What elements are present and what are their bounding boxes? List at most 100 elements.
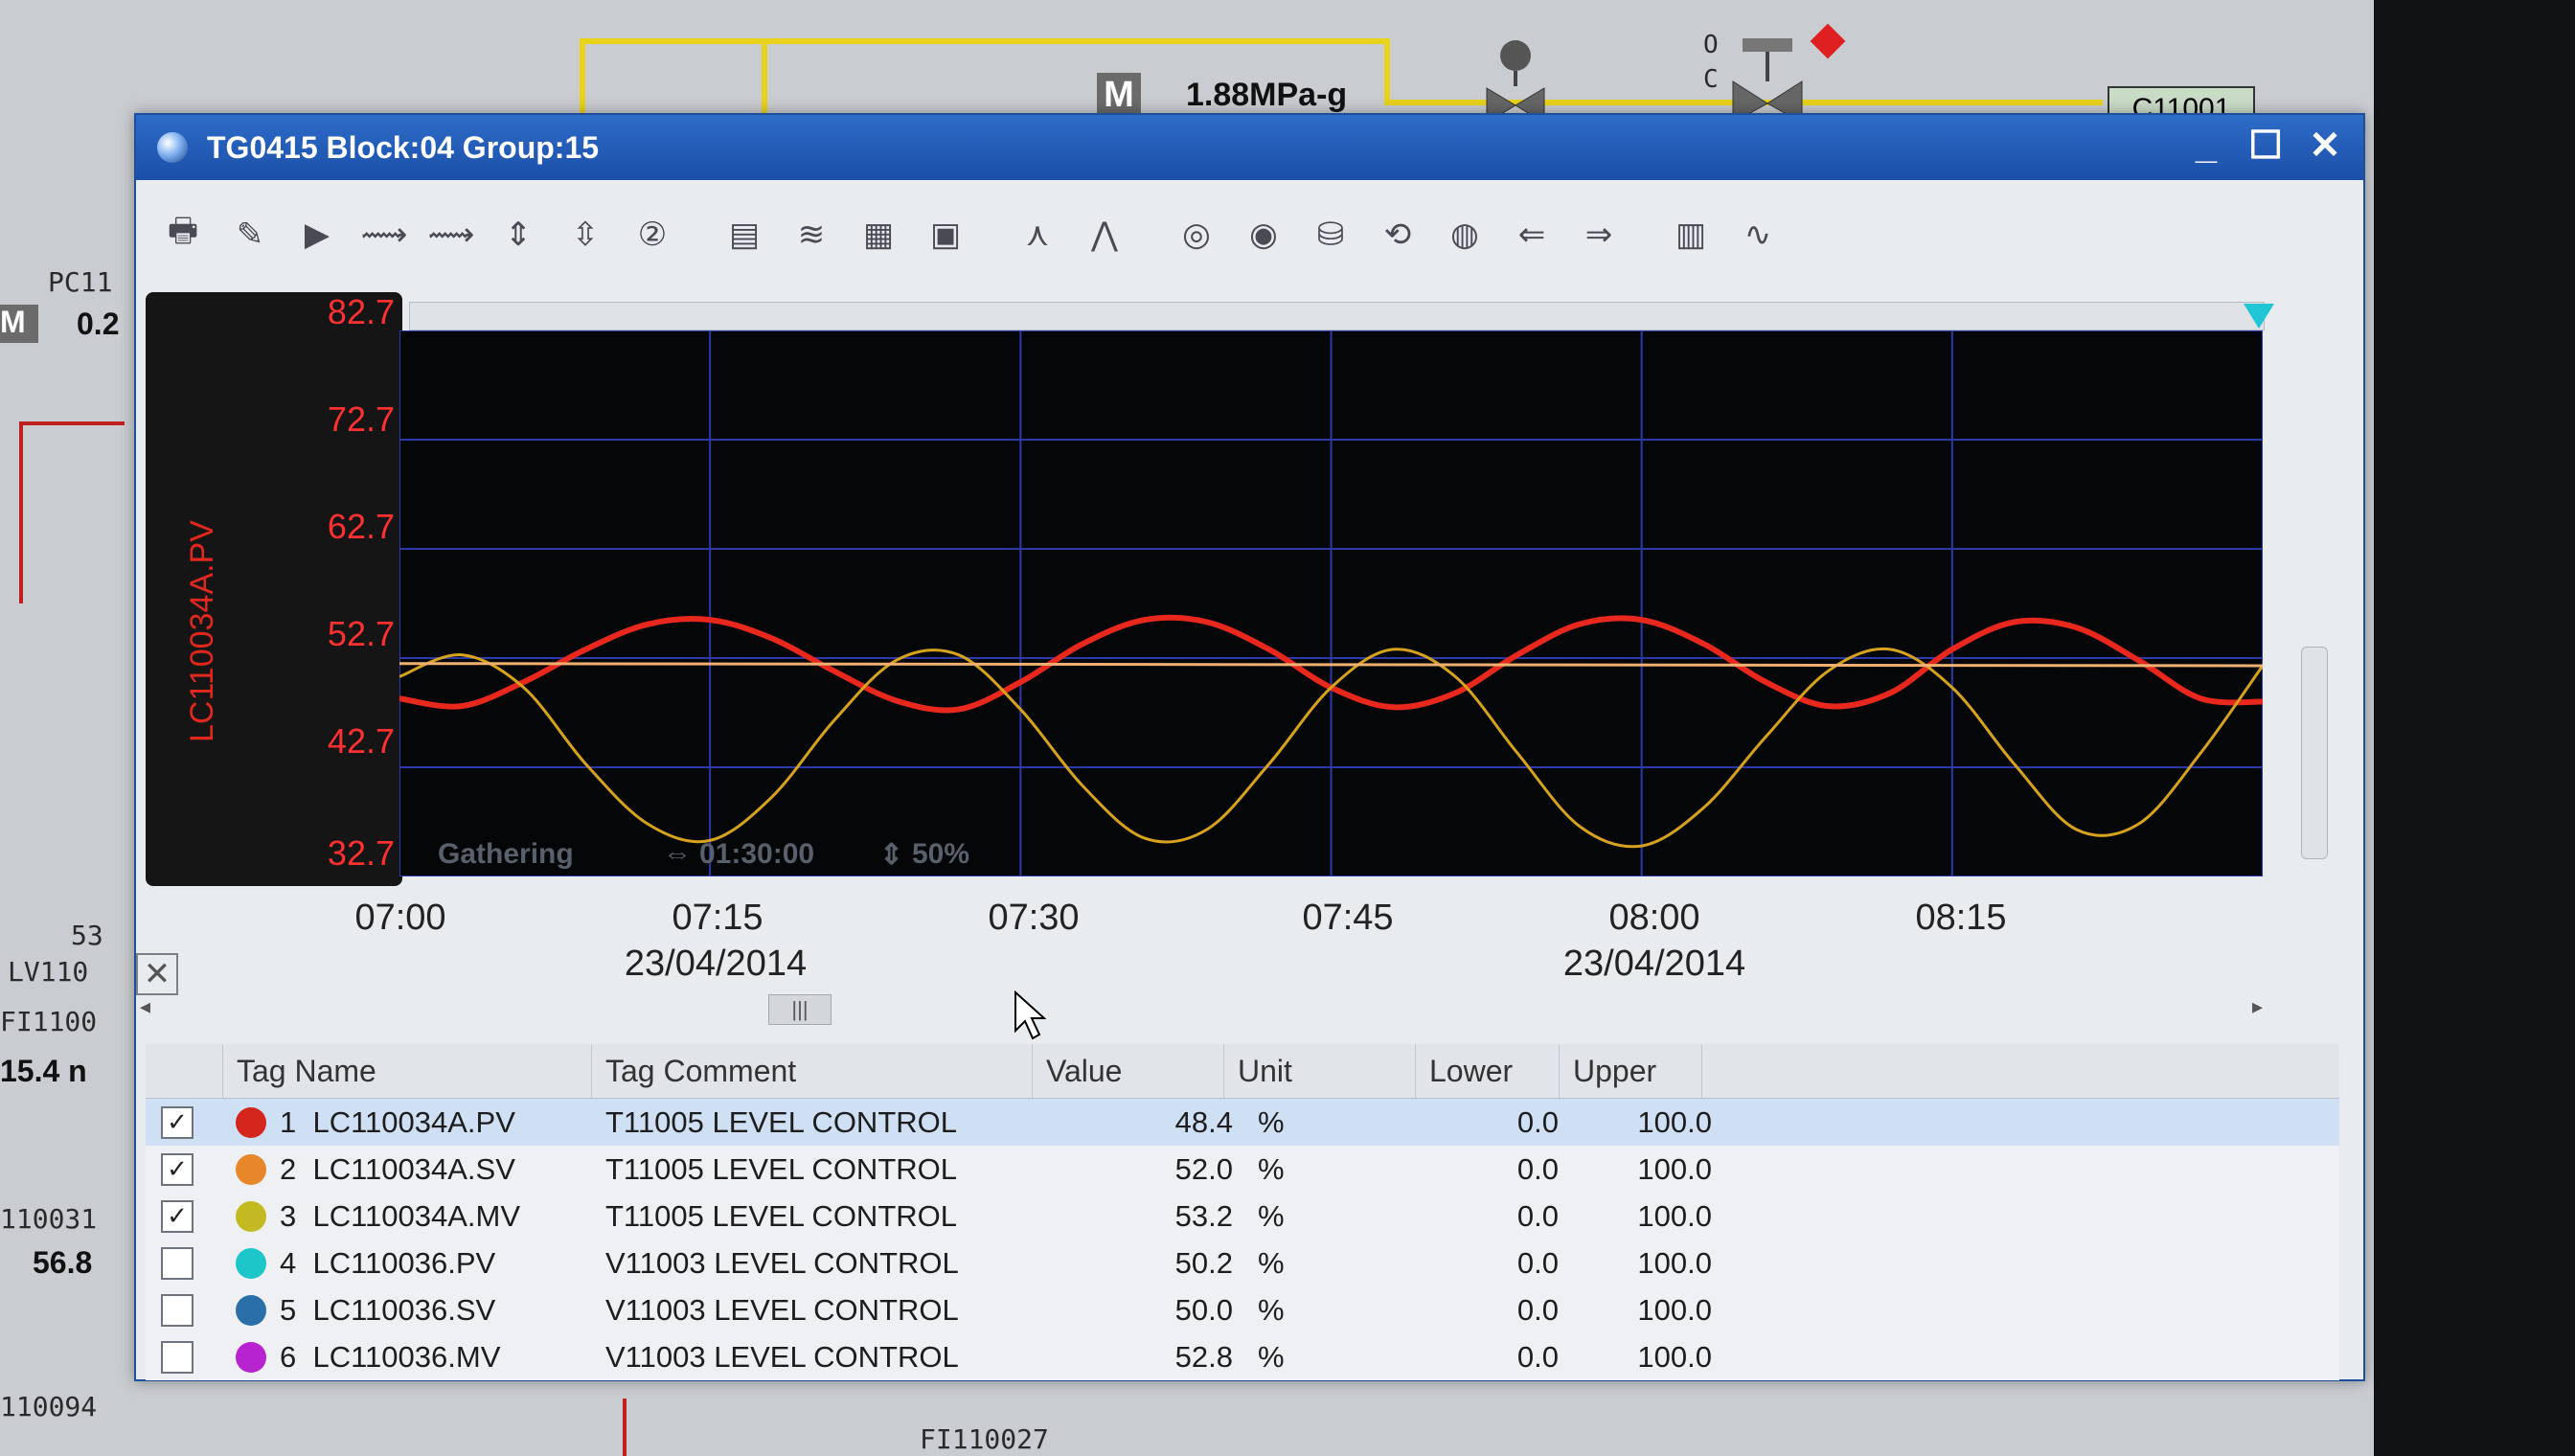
bg-value: 15.4 n bbox=[0, 1054, 87, 1088]
monitor-icon[interactable]: ▣ bbox=[918, 206, 973, 263]
scroll-left-icon[interactable]: ◂ bbox=[140, 994, 150, 1019]
maximize-button[interactable]: ☐ bbox=[2245, 123, 2287, 169]
row-number: 6 bbox=[280, 1339, 297, 1374]
row-checkbox[interactable] bbox=[161, 1340, 194, 1374]
transfer-right-icon[interactable]: ⇒ bbox=[1571, 206, 1627, 263]
tag-comment: V11003 LEVEL CONTROL bbox=[605, 1292, 959, 1327]
tag-upper: 100.0 bbox=[1637, 1104, 1712, 1139]
trend-2-icon[interactable]: ② bbox=[625, 206, 680, 263]
red-line bbox=[19, 421, 125, 425]
row-checkbox[interactable]: ✓ bbox=[161, 1105, 194, 1139]
x-tick-label: 07:45 bbox=[1302, 898, 1394, 938]
tag-unit: % bbox=[1258, 1245, 1285, 1280]
table-row[interactable]: ✓ 3 LC110034A.MV T11005 LEVEL CONTROL 53… bbox=[146, 1193, 2339, 1240]
series-color-dot bbox=[236, 1153, 266, 1185]
table-row[interactable]: 4 LC110036.PV V11003 LEVEL CONTROL 50.2 … bbox=[146, 1240, 2339, 1286]
trend-window: TG0415 Block:04 Group:15 _ ☐ ✕ 🖶 ✎ ▶ ⟿ ⟿ ⇕ ⇳ ② ▤… bbox=[134, 113, 2365, 1381]
process-pipe bbox=[762, 38, 767, 115]
shrink-y-icon[interactable]: ⇳ bbox=[558, 206, 613, 263]
disk-monitor-icon[interactable]: ▥ bbox=[1663, 206, 1719, 263]
table-header: Tag Name Tag Comment Value Unit Lower Up… bbox=[146, 1044, 2339, 1099]
print-icon[interactable]: 🖶 bbox=[155, 206, 211, 263]
plot-area[interactable] bbox=[399, 330, 2263, 876]
window-orb-icon bbox=[157, 132, 188, 163]
close-trend-pane-button[interactable]: ✕ bbox=[136, 953, 178, 995]
header-value[interactable]: Value bbox=[1032, 1044, 1223, 1098]
percent-icon: ⇕ bbox=[879, 839, 904, 871]
tag-upper: 100.0 bbox=[1637, 1245, 1712, 1280]
scroll-thumb[interactable]: ||| bbox=[768, 994, 832, 1025]
bg-value: 0.2 bbox=[77, 307, 120, 341]
multi-database-icon[interactable]: ⛁ bbox=[1303, 206, 1358, 263]
series-color-dot bbox=[236, 1341, 266, 1373]
database-monitor-icon[interactable]: ◉ bbox=[1236, 206, 1291, 263]
tag-unit: % bbox=[1258, 1104, 1285, 1139]
close-button[interactable]: ✕ bbox=[2304, 123, 2346, 169]
series-color-dot bbox=[236, 1247, 266, 1279]
transfer-left-icon[interactable]: ⇐ bbox=[1504, 206, 1560, 263]
tag-lower: 0.0 bbox=[1516, 1151, 1559, 1186]
x-tick-label: 08:15 bbox=[1915, 898, 2007, 938]
cursor-marker-icon[interactable] bbox=[2244, 304, 2274, 329]
wave-icon[interactable]: ∿ bbox=[1730, 206, 1786, 263]
disk-stack-icon[interactable]: ◍ bbox=[1437, 206, 1493, 263]
toolbar: 🖶 ✎ ▶ ⟿ ⟿ ⇕ ⇳ ② ▤ ≋ ▦ ▣ ⋏ ⋀ ◎ ◉ ⛁ ⟲ ◍ ⇐ ⇒ ▥ ∿ bbox=[155, 192, 2344, 278]
control-valve-icon[interactable] bbox=[1485, 29, 1546, 125]
row-checkbox[interactable] bbox=[161, 1293, 194, 1327]
title-bar[interactable]: TG0415 Block:04 Group:15 _ ☐ ✕ bbox=[136, 115, 2363, 180]
tag-value: 50.2 bbox=[1174, 1245, 1233, 1280]
add-panel-icon[interactable]: ▤ bbox=[717, 206, 772, 263]
shutoff-valve-icon[interactable] bbox=[1729, 29, 1806, 125]
play-trend-icon[interactable]: ▶ bbox=[289, 206, 345, 263]
row-checkbox[interactable] bbox=[161, 1246, 194, 1280]
row-checkbox[interactable]: ✓ bbox=[161, 1199, 194, 1233]
mode-box-left[interactable]: M bbox=[0, 305, 38, 343]
zoom-in-trend-icon[interactable]: ⟿ bbox=[356, 206, 412, 263]
table-row[interactable]: ✓ 2 LC110034A.SV T11005 LEVEL CONTROL 52… bbox=[146, 1146, 2339, 1193]
row-checkbox[interactable]: ✓ bbox=[161, 1152, 194, 1186]
row-number: 5 bbox=[280, 1292, 297, 1327]
header-tag-comment[interactable]: Tag Comment bbox=[591, 1044, 1032, 1098]
header-unit[interactable]: Unit bbox=[1223, 1044, 1415, 1098]
series-color-dot bbox=[236, 1106, 266, 1138]
header-lower[interactable]: Lower bbox=[1415, 1044, 1559, 1098]
table-row[interactable]: 6 LC110036.MV V11003 LEVEL CONTROL 52.8 … bbox=[146, 1333, 2339, 1380]
zoom-out-trend-icon[interactable]: ⟿ bbox=[423, 206, 479, 263]
tag-unit: % bbox=[1258, 1292, 1285, 1327]
tag-comment: V11003 LEVEL CONTROL bbox=[605, 1245, 959, 1280]
y-tick-label: 62.7 bbox=[327, 507, 395, 546]
compare-trend-icon[interactable]: ▦ bbox=[851, 206, 906, 263]
tag-comment: V11003 LEVEL CONTROL bbox=[605, 1339, 959, 1374]
trend-cursor-icon[interactable]: ⋀ bbox=[1077, 206, 1132, 263]
top-scrollbar[interactable] bbox=[409, 302, 2265, 330]
expand-y-icon[interactable]: ⇕ bbox=[490, 206, 546, 263]
mode-box[interactable]: M bbox=[1097, 73, 1141, 117]
database-icon[interactable]: ◎ bbox=[1169, 206, 1224, 263]
vertical-scrollbar[interactable] bbox=[2301, 647, 2328, 859]
trend-point-icon[interactable]: ⋏ bbox=[1010, 206, 1065, 263]
tag-lower: 0.0 bbox=[1516, 1104, 1559, 1139]
minimize-button[interactable]: _ bbox=[2185, 123, 2227, 169]
overlay-trend-icon[interactable]: ≋ bbox=[784, 206, 839, 263]
horizontal-scrollbar[interactable]: ◂ ||| ▸ bbox=[136, 994, 2291, 1027]
table-row[interactable]: 5 LC110036.SV V11003 LEVEL CONTROL 50.0 … bbox=[146, 1286, 2339, 1333]
pen-trend-icon[interactable]: ✎ bbox=[222, 206, 278, 263]
tag-upper: 100.0 bbox=[1637, 1339, 1712, 1374]
header-tag-name[interactable]: Tag Name bbox=[222, 1044, 591, 1098]
window-title: TG0415 Block:04 Group:15 bbox=[207, 129, 600, 165]
scroll-right-icon[interactable]: ▸ bbox=[2252, 994, 2263, 1019]
span-icon: ⇔ bbox=[663, 838, 692, 870]
tag-upper: 100.0 bbox=[1637, 1151, 1712, 1186]
tag-value: 52.0 bbox=[1174, 1151, 1233, 1186]
tag-name: LC110036.PV bbox=[312, 1245, 496, 1280]
tag-upper: 100.0 bbox=[1637, 1292, 1712, 1327]
bg-tag: 53 bbox=[71, 920, 103, 951]
tag-value: 50.0 bbox=[1174, 1292, 1233, 1327]
x-tick-label: 07:30 bbox=[988, 898, 1080, 938]
trend-plot[interactable] bbox=[399, 330, 2263, 876]
table-row[interactable]: ✓ 1 LC110034A.PV T11005 LEVEL CONTROL 48… bbox=[146, 1099, 2339, 1146]
header-upper[interactable]: Upper bbox=[1559, 1044, 1702, 1098]
tag-comment: T11005 LEVEL CONTROL bbox=[605, 1104, 957, 1139]
database-refresh-icon[interactable]: ⟲ bbox=[1370, 206, 1425, 263]
bg-tag: 110031 bbox=[0, 1203, 98, 1235]
